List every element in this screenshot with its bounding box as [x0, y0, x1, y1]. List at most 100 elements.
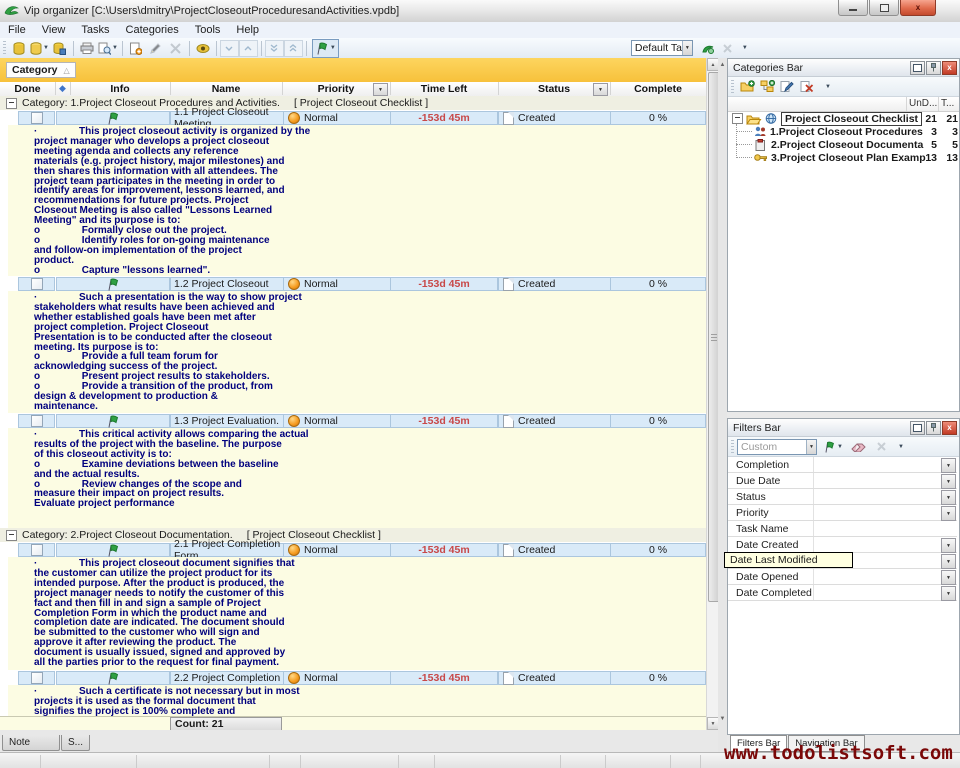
filter-dropdown-icon[interactable]: ▼	[941, 554, 956, 569]
filters-bar-titlebar[interactable]: Filters Bar x	[728, 419, 959, 437]
menu-tasks[interactable]: Tasks	[73, 24, 117, 36]
collapse-icon[interactable]	[6, 530, 17, 541]
info-flag-icon[interactable]	[106, 278, 120, 291]
show-task-icon[interactable]	[194, 39, 212, 57]
print-icon[interactable]	[78, 39, 96, 57]
toolbar-grip[interactable]	[3, 41, 6, 55]
tree-row-category[interactable]: 2.Project Closeout Documenta 5 5	[728, 138, 957, 151]
menu-view[interactable]: View	[34, 24, 74, 36]
move-down-icon[interactable]	[220, 40, 239, 57]
group-by-category-chip[interactable]: Category △	[6, 62, 76, 78]
done-checkbox[interactable]	[31, 112, 43, 124]
open-database-icon[interactable]: ▼	[30, 39, 49, 57]
tree-row-category[interactable]: 3.Project Closeout Plan Examp 13 13	[728, 151, 957, 164]
task-view-spinner-icon[interactable]: ▼	[682, 41, 692, 55]
priority-filter-dropdown-icon[interactable]: ▼	[373, 83, 388, 96]
filter-dropdown-icon[interactable]: ▼	[941, 506, 956, 521]
category-group-row[interactable]: Category: 1.Project Closeout Procedures …	[0, 96, 706, 111]
minimize-button[interactable]	[838, 0, 868, 16]
done-checkbox[interactable]	[31, 672, 43, 684]
info-flag-icon[interactable]	[106, 415, 120, 428]
filter-dropdown-icon[interactable]: ▼	[941, 458, 956, 473]
column-header-priority[interactable]: Priority▼	[282, 82, 391, 95]
new-category-icon[interactable]	[738, 78, 756, 96]
delete-view-icon[interactable]	[719, 39, 737, 57]
filter-dropdown-icon[interactable]: ▼	[941, 490, 956, 505]
task-row[interactable]: 1.1 Project Closeout Meeting. Normal -15…	[0, 110, 706, 125]
column-header-priority-icon[interactable]: ◆	[55, 82, 71, 95]
task-row[interactable]: 1.2 Project Closeout Normal -153d 45m Cr…	[0, 276, 706, 291]
done-checkbox[interactable]	[31, 278, 43, 290]
task-row[interactable]: 2.2 Project Completion Normal -153d 45m …	[0, 670, 706, 685]
delete-task-icon[interactable]	[167, 39, 185, 57]
filters-toolbar-grip[interactable]	[731, 440, 734, 454]
apply-filter-dropdown-icon[interactable]: ▼	[837, 444, 843, 450]
grid-scrollbar[interactable]: ▲ ▼	[706, 58, 718, 730]
group-by-band[interactable]: Category △	[0, 58, 706, 82]
apply-filter-icon[interactable]: ▼	[823, 438, 843, 456]
tree-row-root[interactable]: Project Closeout Checklist 21 21	[728, 112, 957, 125]
category-group-row[interactable]: Category: 2.Project Closeout Documentati…	[0, 528, 706, 543]
filter-preset-combobox[interactable]: Custom ▼	[737, 439, 817, 455]
status-filter-dropdown-icon[interactable]: ▼	[593, 83, 608, 96]
clear-filter-icon[interactable]	[850, 438, 868, 456]
new-database-icon[interactable]	[10, 39, 28, 57]
filter-dropdown-icon[interactable]: ▼	[941, 586, 956, 601]
tree-category-label[interactable]: 1.Project Closeout Procedures	[770, 126, 923, 138]
panel-close-icon[interactable]: x	[942, 61, 957, 75]
save-database-icon[interactable]	[51, 39, 69, 57]
info-flag-icon[interactable]	[106, 112, 120, 125]
tree-column-undone[interactable]: UnD...	[909, 98, 937, 109]
restore-button[interactable]	[869, 0, 899, 16]
open-database-dropdown-icon[interactable]: ▼	[43, 45, 49, 51]
dock-scroll-down-icon[interactable]: ▼	[718, 714, 727, 724]
dock-splitter[interactable]: ▲ ▼	[718, 58, 727, 752]
delete-filter-icon[interactable]	[873, 438, 891, 456]
customize-view-icon[interactable]	[699, 39, 717, 57]
column-header-info[interactable]: Info	[70, 82, 171, 95]
tree-column-total[interactable]: T...	[941, 98, 954, 109]
filter-preset-spinner-icon[interactable]: ▼	[806, 440, 816, 454]
filter-dropdown-icon[interactable]: ▼	[941, 538, 956, 553]
column-header-complete[interactable]: Complete	[610, 82, 706, 95]
tree-root-label[interactable]: Project Closeout Checklist	[781, 112, 922, 126]
new-task-icon[interactable]	[127, 39, 145, 57]
categories-toolbar-grip[interactable]	[731, 80, 734, 94]
task-row[interactable]: 2.1 Project Completion Form. Normal -153…	[0, 542, 706, 557]
menu-tools[interactable]: Tools	[187, 24, 229, 36]
tree-category-label[interactable]: 2.Project Closeout Documenta	[771, 139, 923, 151]
menu-categories[interactable]: Categories	[118, 24, 187, 36]
tree-category-label[interactable]: 3.Project Closeout Plan Examp	[771, 152, 926, 164]
panel-close-icon[interactable]: x	[942, 421, 957, 435]
move-up-icon[interactable]	[239, 40, 258, 57]
categories-bar-titlebar[interactable]: Categories Bar x	[728, 59, 959, 77]
dock-scroll-up-icon[interactable]: ▲	[718, 60, 727, 70]
menu-file[interactable]: File	[0, 24, 34, 36]
column-header-name[interactable]: Name	[170, 82, 283, 95]
new-subcategory-icon[interactable]	[758, 78, 776, 96]
panel-window-icon[interactable]	[910, 421, 925, 435]
info-flag-icon[interactable]	[106, 544, 120, 557]
delete-category-icon[interactable]	[798, 78, 816, 96]
edit-task-icon[interactable]	[147, 39, 165, 57]
info-flag-icon[interactable]	[106, 672, 120, 685]
move-top-icon[interactable]	[284, 40, 303, 57]
filter-dropdown-icon[interactable]: ▼	[941, 474, 956, 489]
task-row[interactable]: 1.3 Project Evaluation. Normal -153d 45m…	[0, 413, 706, 428]
panel-pin-icon[interactable]	[926, 421, 941, 435]
tab-note[interactable]: Note	[2, 735, 60, 751]
categories-toolbar-overflow-icon[interactable]: ▼	[825, 84, 831, 90]
move-bottom-icon[interactable]	[265, 40, 284, 57]
column-header-timeleft[interactable]: Time Left	[390, 82, 499, 95]
done-checkbox[interactable]	[31, 415, 43, 427]
filters-toolbar-overflow-icon[interactable]: ▼	[898, 444, 904, 450]
column-header-status[interactable]: Status▼	[498, 82, 611, 95]
menu-help[interactable]: Help	[228, 24, 267, 36]
done-checkbox[interactable]	[31, 544, 43, 556]
tab-s[interactable]: S...	[61, 735, 90, 751]
close-button[interactable]: x	[900, 0, 936, 16]
toolbar-overflow-icon[interactable]: ▼	[742, 45, 748, 51]
print-dropdown-icon[interactable]: ▼	[112, 45, 118, 51]
collapse-icon[interactable]	[732, 113, 743, 124]
collapse-icon[interactable]	[6, 98, 17, 109]
